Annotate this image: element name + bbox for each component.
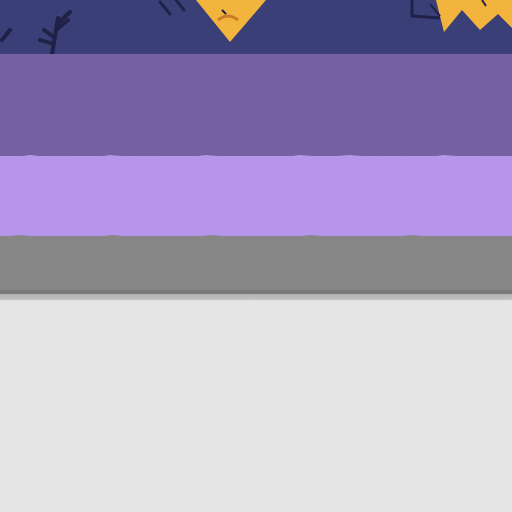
plant-sprig-icon [0, 10, 72, 54]
lavender-ragged-edge [0, 155, 512, 160]
lavender-band [0, 155, 512, 242]
illustration-strip [0, 0, 512, 54]
illustration-art [0, 0, 512, 54]
blank-lower-area [0, 300, 512, 512]
gray-band [0, 235, 512, 294]
violet-band [0, 54, 512, 160]
sketch-lines-icon [158, 0, 186, 16]
image-canvas [0, 0, 512, 512]
crown-shape-icon [410, 0, 512, 32]
gray-ragged-edge [0, 235, 512, 240]
triangle-creature-icon [196, 0, 266, 42]
